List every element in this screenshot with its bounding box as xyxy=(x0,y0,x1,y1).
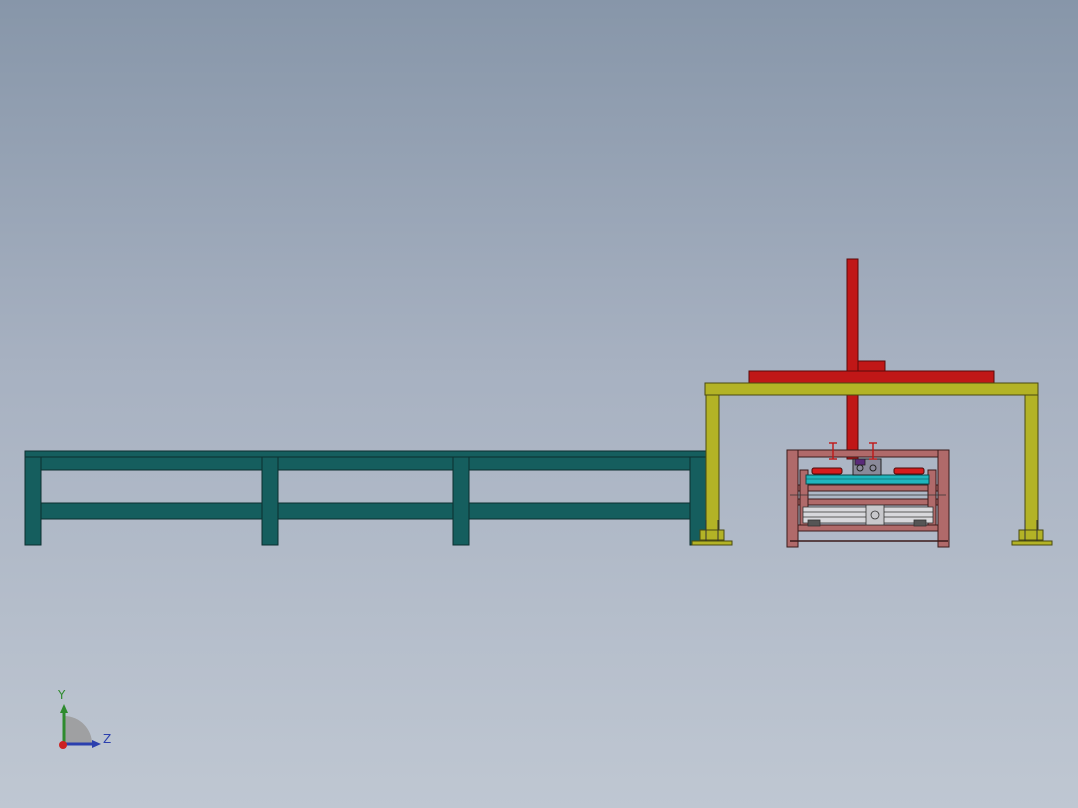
station-mid-bar xyxy=(797,484,939,492)
red-cylinder-left xyxy=(811,467,843,475)
conveyor-leg xyxy=(452,456,470,546)
orientation-triad[interactable] xyxy=(59,704,101,749)
gantry-left-post xyxy=(705,394,720,531)
triad-quadrant xyxy=(64,716,92,744)
triad-x-axis xyxy=(59,741,67,749)
conveyor-leg xyxy=(261,456,279,546)
triad-y-label: Y xyxy=(58,688,66,702)
conveyor-top-rail xyxy=(24,450,708,471)
arm-carriage-block xyxy=(857,360,886,372)
cyan-roller xyxy=(805,474,930,485)
station-right-post xyxy=(937,449,950,548)
gantry-right-post xyxy=(1024,394,1039,531)
gantry-left-foot xyxy=(699,529,725,541)
station-left-post xyxy=(786,449,799,548)
cad-viewport[interactable]: Y Z xyxy=(0,0,1078,808)
gantry-top-beam xyxy=(704,382,1039,396)
conveyor-frame[interactable] xyxy=(24,450,708,546)
robot-arm[interactable] xyxy=(748,258,995,460)
conveyor-bottom-rail xyxy=(24,502,708,520)
gantry-right-foot xyxy=(1018,529,1044,541)
gripper-station[interactable] xyxy=(786,442,950,548)
station-lower-bar xyxy=(797,498,939,506)
arm-vertical-column xyxy=(846,258,859,460)
gantry-right-base-plate xyxy=(1011,540,1053,546)
red-cylinder-right xyxy=(893,467,925,475)
arm-horizontal-beam xyxy=(748,370,995,384)
triad-z-label: Z xyxy=(103,732,112,746)
station-top-bar xyxy=(786,449,950,458)
model-graphics-area[interactable] xyxy=(0,0,1078,808)
conveyor-leg xyxy=(24,456,42,546)
gantry-left-base-plate xyxy=(691,540,733,546)
